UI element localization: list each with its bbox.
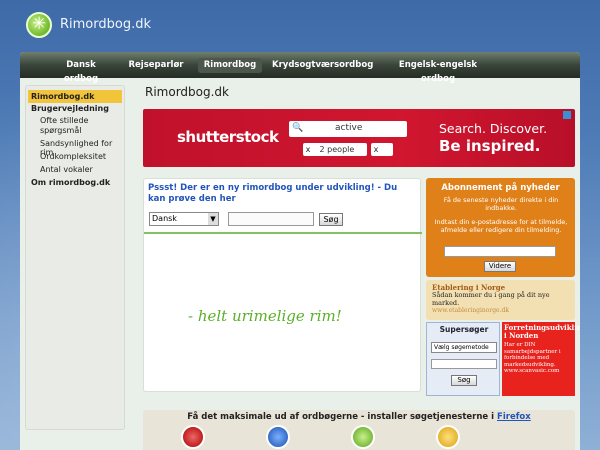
ad-info-icon[interactable]: [563, 111, 571, 119]
ad-search-box: 🔍 active: [289, 121, 407, 137]
promo-norden-title: Forretningsudvikling i Norden: [504, 323, 580, 340]
language-select[interactable]: Dansk ▼: [149, 212, 219, 226]
site-name[interactable]: Rimordbog.dk: [60, 17, 151, 32]
page-title: Rimordbog.dk: [145, 85, 229, 99]
dictionary-blue-icon[interactable]: [266, 425, 290, 449]
nav-item-rimordbog[interactable]: Rimordbog: [198, 58, 262, 73]
ad-banner[interactable]: shutterstock 🔍 active x 2 people x Searc…: [143, 109, 575, 167]
promo-norden-text: Har er DIN samarbejdspartner i forbindel…: [504, 342, 561, 374]
dictionary-yellow-icon[interactable]: [436, 425, 460, 449]
newsletter-text-1: Få de seneste nyheder direkte i din indb…: [443, 196, 559, 212]
supersoger-title: Supersøger: [439, 325, 489, 334]
search-input[interactable]: [228, 212, 314, 226]
email-field[interactable]: [444, 246, 556, 257]
firefox-install-text: Få det maksimale ud af ordbøgerne - inst…: [143, 412, 575, 422]
nav-item-dansk-ordbog[interactable]: Dansk ordbog: [48, 58, 114, 84]
sidebar: Rimordbog.dk Brugervejledning Ofte still…: [25, 85, 125, 430]
language-select-value: Dansk: [152, 214, 177, 223]
chevron-down-icon: ▼: [208, 213, 218, 225]
newsletter-box: Abonnement på nyheder Få de seneste nyhe…: [426, 178, 575, 277]
close-icon: x: [373, 145, 379, 154]
supersoger-input[interactable]: [431, 359, 497, 369]
sidebar-item-brugervejledning[interactable]: Brugervejledning: [31, 104, 109, 113]
ad-chip-empty: x: [371, 143, 393, 156]
rimordbog-logo-icon[interactable]: [26, 12, 52, 38]
ad-headline-2: Be inspired.: [439, 137, 541, 155]
tagline: - helt urimelige rim!: [188, 307, 342, 325]
dictionary-green-icon[interactable]: [351, 425, 375, 449]
ad-chip-people: x 2 people: [303, 143, 367, 156]
newsletter-submit-button[interactable]: Videre: [484, 261, 516, 272]
sidebar-item-rimordbog[interactable]: Rimordbog.dk: [28, 90, 122, 103]
search-button[interactable]: Søg: [319, 213, 343, 226]
page-frame: Dansk ordbog Rejseparlør Rimordbog Kryds…: [20, 52, 580, 450]
firefox-install-bar: Få det maksimale ud af ordbøgerne - inst…: [143, 410, 575, 450]
ad-brand: shutterstock: [177, 128, 279, 146]
firefox-link[interactable]: Firefox: [497, 412, 531, 422]
divider: [144, 232, 422, 234]
ad-search-text: active: [335, 123, 363, 133]
newsletter-title: Abonnement på nyheder: [441, 183, 560, 193]
promo-etablering-text: Sådan kommer du i gang på dit nye marked…: [432, 291, 550, 307]
supersoger-button[interactable]: Søg: [451, 375, 477, 386]
promo-etablering[interactable]: Etablering i Norge Sådan kommer du i gan…: [426, 280, 575, 320]
search-icon: 🔍: [292, 123, 304, 133]
search-method-value: Vælg søgemetode: [434, 344, 489, 351]
nav-item-rejseparlor[interactable]: Rejseparlør: [128, 58, 184, 76]
search-method-select[interactable]: Vælg søgemetode: [431, 342, 497, 353]
close-icon: x: [305, 145, 311, 154]
nav-item-engelsk-ordbog[interactable]: Engelsk-engelsk ordbog: [382, 58, 494, 84]
nav-item-krydsogtvaersordbog[interactable]: Krydsogtværsordbog: [272, 58, 373, 76]
promo-norden[interactable]: Forretningsudvikling i Norden Har er DIN…: [502, 322, 580, 396]
promo-etablering-link[interactable]: www.etableringinorge.dk: [432, 307, 509, 314]
main-nav: Dansk ordbog Rejseparlør Rimordbog Kryds…: [20, 52, 580, 84]
firefox-install-label: Få det maksimale ud af ordbøgerne - inst…: [187, 412, 495, 422]
newsletter-text-2: Indtast din e-postadresse for at tilmeld…: [434, 218, 568, 234]
sidebar-item-ordkompleksitet[interactable]: Ordkompleksitet: [40, 152, 106, 161]
ad-headline-1: Search. Discover.: [439, 121, 548, 136]
sidebar-item-antal-vokaler[interactable]: Antal vokaler: [40, 165, 93, 174]
search-panel: Pssst! Der er en ny rimordbog under udvi…: [143, 178, 422, 392]
supersoger-box: Supersøger Vælg søgemetode Søg: [426, 322, 500, 396]
ad-chip-people-label: 2 people: [319, 145, 355, 154]
new-dictionary-link[interactable]: Pssst! Der er en ny rimordbog under udvi…: [148, 183, 408, 205]
sidebar-item-om[interactable]: Om rimordbog.dk: [31, 178, 110, 187]
dictionary-red-icon[interactable]: [181, 425, 205, 449]
sidebar-item-faq[interactable]: Ofte stillede spørgsmål: [40, 116, 122, 136]
